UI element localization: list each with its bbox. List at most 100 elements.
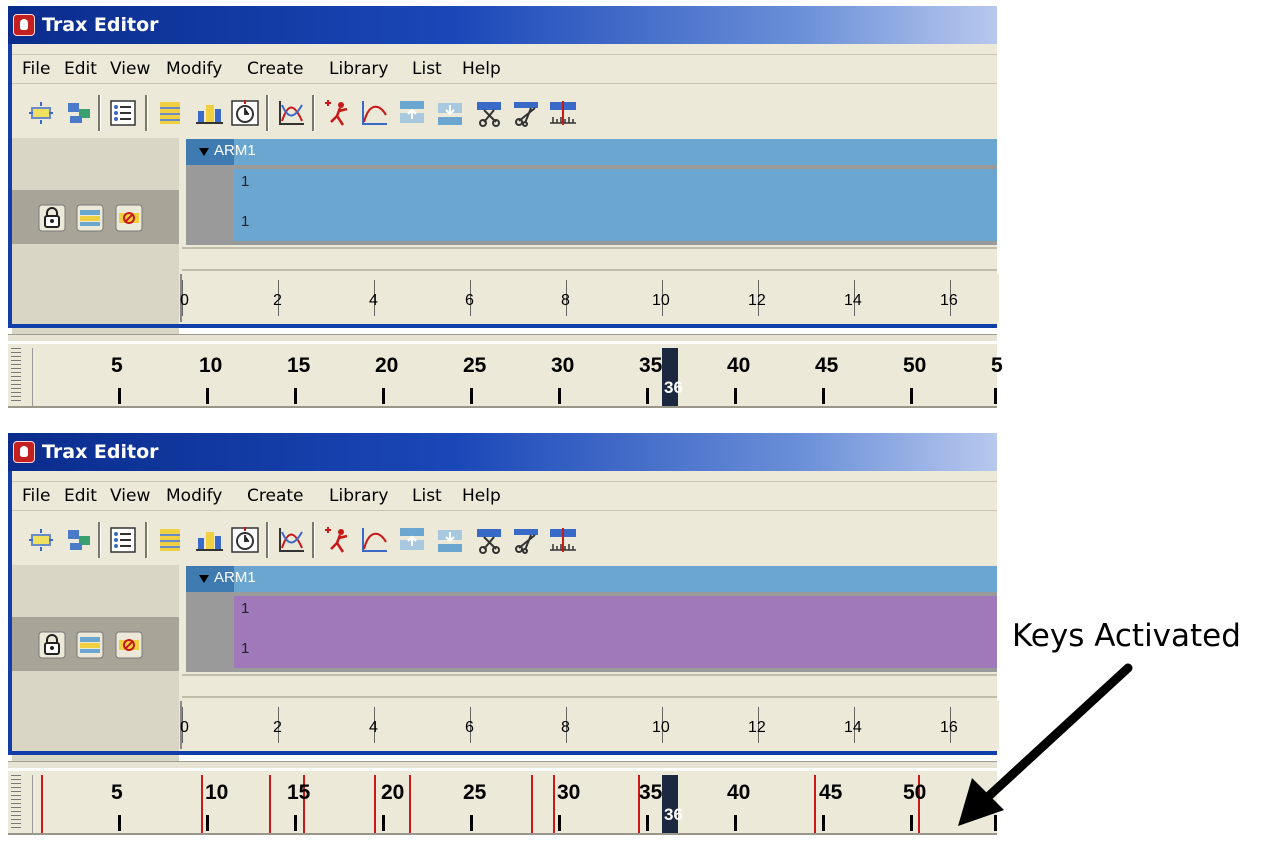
create-blend-icon[interactable] <box>26 99 56 127</box>
menu-list[interactable]: List <box>412 486 442 506</box>
track-divider <box>182 674 997 698</box>
key-marker <box>269 775 271 833</box>
ruler-label: 4 <box>369 292 378 309</box>
toolbar <box>12 513 997 563</box>
menu-create[interactable]: Create <box>247 486 304 506</box>
animation-clip[interactable]: 1 1 <box>234 169 997 241</box>
split-clip-icon[interactable] <box>474 99 504 127</box>
title-bar[interactable]: Trax Editor <box>8 433 997 471</box>
menu-create[interactable]: Create <box>247 59 304 79</box>
menu-file[interactable]: File <box>22 59 50 79</box>
collapse-triangle-icon[interactable] <box>199 575 209 583</box>
current-frame: 36 <box>664 805 683 824</box>
menu-library[interactable]: Library <box>329 486 388 506</box>
menu-bar: File Edit View Modify Create Library Lis… <box>12 54 997 84</box>
insert-clip-icon[interactable] <box>155 526 185 554</box>
timeline-grip[interactable] <box>11 348 21 404</box>
create-clip-icon[interactable] <box>64 99 94 127</box>
graph-anim-icon[interactable] <box>194 99 224 127</box>
menu-help[interactable]: Help <box>462 59 501 79</box>
cut-clip-icon[interactable] <box>511 99 541 127</box>
timeline-resize-handle[interactable] <box>8 334 997 341</box>
window-title: Trax Editor <box>42 441 159 463</box>
timeline-tick <box>558 815 561 831</box>
timeline-tick <box>294 815 297 831</box>
lock-icon[interactable] <box>38 204 66 232</box>
time-slider-track[interactable]: 5 10 15 20 25 30 35 36 40 45 50 5 <box>32 348 1003 406</box>
graph-anim-icon[interactable] <box>194 526 224 554</box>
cut-clip-icon[interactable] <box>511 526 541 554</box>
menu-library[interactable]: Library <box>329 59 388 79</box>
timeline-label: 10 <box>205 781 229 804</box>
solo-icon[interactable] <box>115 631 143 659</box>
time-slider[interactable]: 5 10 15 20 25 30 35 36 40 45 50 5 <box>8 342 1003 408</box>
track-header[interactable]: ARM1 <box>186 139 997 165</box>
move-up-icon[interactable] <box>397 526 427 554</box>
collapse-triangle-icon[interactable] <box>199 148 209 156</box>
timeline-label: 40 <box>727 354 751 377</box>
timeline-tick <box>206 388 209 404</box>
timeline-tick <box>646 388 649 404</box>
ruler-label: 12 <box>748 292 766 309</box>
menu-help[interactable]: Help <box>462 486 501 506</box>
time-warp-icon[interactable] <box>230 99 260 127</box>
outliner-icon[interactable] <box>108 99 138 127</box>
timeline-resize-handle[interactable] <box>8 761 997 768</box>
menu-modify[interactable]: Modify <box>166 486 222 506</box>
timeline-grip[interactable] <box>11 775 21 831</box>
ruler-icon[interactable] <box>548 526 578 554</box>
graph-editor-icon[interactable] <box>276 99 306 127</box>
timeline-tick <box>470 388 473 404</box>
time-slider-track[interactable]: 5 10 15 20 25 30 35 36 40 45 50 <box>32 775 998 833</box>
graph-editor-icon[interactable] <box>276 526 306 554</box>
move-down-icon[interactable] <box>435 99 465 127</box>
mute-icon[interactable] <box>76 204 104 232</box>
ruler-label: 14 <box>844 719 862 736</box>
menu-view[interactable]: View <box>110 59 150 79</box>
track-name: ARM1 <box>214 569 256 586</box>
timeline-tick <box>910 388 913 404</box>
timeline-label: 50 <box>903 354 927 377</box>
time-warp-icon[interactable] <box>230 526 260 554</box>
trax-editor-window-top: Trax Editor File Edit View Modify Create… <box>8 6 1003 410</box>
create-clip-icon[interactable] <box>64 526 94 554</box>
timeline-label: 45 <box>815 354 839 377</box>
move-up-icon[interactable] <box>397 99 427 127</box>
timeline-label: 20 <box>381 781 405 804</box>
track-divider <box>182 247 997 271</box>
track-control-row <box>12 617 179 671</box>
timeline-tick <box>646 815 649 831</box>
set-key-icon[interactable] <box>322 526 352 554</box>
create-blend-icon[interactable] <box>26 526 56 554</box>
menu-file[interactable]: File <box>22 486 50 506</box>
menu-edit[interactable]: Edit <box>64 59 97 79</box>
time-slider[interactable]: 5 10 15 20 25 30 35 36 40 45 50 <box>8 769 997 835</box>
trax-time-ruler[interactable]: 0 2 4 6 8 10 12 14 16 <box>180 701 999 749</box>
lock-icon[interactable] <box>38 631 66 659</box>
trax-time-ruler[interactable]: 0 2 4 6 8 10 12 14 16 <box>180 274 999 322</box>
track-header[interactable]: ARM1 <box>186 566 997 592</box>
menu-edit[interactable]: Edit <box>64 486 97 506</box>
move-down-icon[interactable] <box>435 526 465 554</box>
insert-clip-icon[interactable] <box>155 99 185 127</box>
menu-list[interactable]: List <box>412 59 442 79</box>
set-key-icon[interactable] <box>322 99 352 127</box>
timeline-label: 10 <box>199 354 223 377</box>
curve-icon[interactable] <box>359 526 389 554</box>
track-name: ARM1 <box>214 142 256 159</box>
split-clip-icon[interactable] <box>474 526 504 554</box>
title-bar[interactable]: Trax Editor <box>8 6 997 44</box>
menu-view[interactable]: View <box>110 486 150 506</box>
animation-clip-keyed[interactable]: 1 1 <box>234 596 997 668</box>
menu-modify[interactable]: Modify <box>166 59 222 79</box>
key-marker <box>553 775 555 833</box>
key-marker <box>409 775 411 833</box>
mute-icon[interactable] <box>76 631 104 659</box>
trax-editor-window-bottom: Trax Editor File Edit View Modify Create… <box>8 433 999 837</box>
outliner-icon[interactable] <box>108 526 138 554</box>
curve-icon[interactable] <box>359 99 389 127</box>
solo-icon[interactable] <box>115 204 143 232</box>
ruler-label: 10 <box>652 292 670 309</box>
app-icon <box>13 441 35 463</box>
ruler-icon[interactable] <box>548 99 578 127</box>
